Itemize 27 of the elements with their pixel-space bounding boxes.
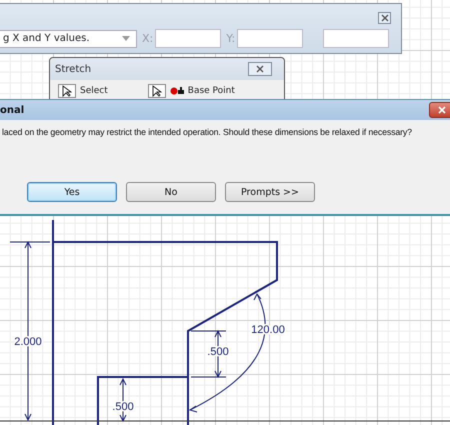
close-icon — [438, 106, 446, 114]
prompt-dropdown[interactable]: g X and Y values. — [0, 30, 137, 48]
close-button[interactable] — [378, 12, 391, 24]
dialog-title: onal — [0, 104, 24, 116]
y-label: Y: — [226, 32, 236, 45]
dialog-message: laced on the geometry may restrict the intended operation. Should these dimensions be relaxed if necessary? — [2, 127, 412, 137]
panel-title: Stretch — [55, 64, 92, 74]
close-icon — [380, 14, 388, 22]
dialog-button[interactable]: Prompts >> — [225, 182, 315, 202]
base-point-icon — [170, 87, 184, 95]
x-label: X: — [142, 32, 154, 45]
tool-label: Select — [80, 86, 108, 96]
close-button[interactable] — [429, 102, 450, 118]
pointer-icon — [152, 85, 162, 97]
close-icon — [256, 65, 264, 73]
tool-label: Base Point — [188, 86, 235, 96]
dimension-line — [190, 330, 226, 378]
pointer-button[interactable] — [148, 84, 166, 98]
caret-icon — [122, 36, 130, 41]
dialog-button[interactable]: Yes — [27, 182, 117, 202]
pointer-button[interactable] — [58, 84, 76, 98]
x-input-field[interactable] — [155, 29, 222, 48]
close-button[interactable] — [248, 62, 272, 76]
input-field[interactable] — [323, 29, 390, 48]
pointer-icon — [62, 85, 72, 97]
y-input-field[interactable] — [237, 29, 304, 48]
dialog-button[interactable]: No — [126, 182, 216, 202]
